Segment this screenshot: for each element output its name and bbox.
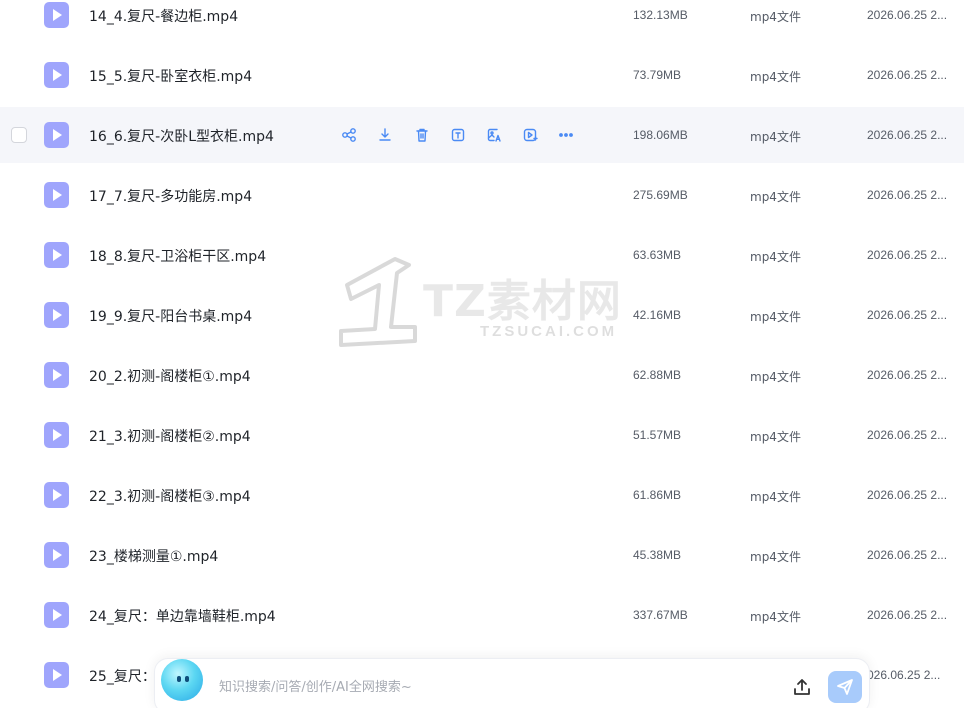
video-file-icon [44, 122, 69, 148]
delete-button[interactable] [413, 126, 431, 144]
file-row[interactable]: 20_2.初测-阁楼柜①.mp4 62.88MB mp4文件 2026.06.25 2… [0, 347, 964, 403]
file-type: mp4文件 [750, 250, 801, 264]
video-file-icon [44, 662, 69, 688]
file-list: 14_4.复尺-餐边柜.mp4 132.13MB mp4文件 2026.06.25 2… [0, 0, 964, 708]
video-export-icon [523, 128, 538, 142]
file-size: 275.69MB [633, 188, 688, 202]
file-row[interactable]: 21_3.初测-阁楼柜②.mp4 51.57MB mp4文件 2026.06.25 2… [0, 407, 964, 463]
video-file-icon [44, 482, 69, 508]
file-date: 2026.06.25 2... [867, 128, 948, 142]
assistant-mascot-icon[interactable] [161, 659, 203, 701]
file-date: 2026.06.25 2... [867, 8, 948, 22]
file-name[interactable]: 20_2.初测-阁楼柜①.mp4 [89, 366, 251, 386]
file-name[interactable]: 22_3.初测-阁楼柜③.mp4 [89, 486, 251, 506]
download-icon [379, 128, 391, 141]
file-row[interactable]: 15_5.复尺-卧室衣柜.mp4 73.79MB mp4文件 2026.06.25 2… [0, 47, 964, 103]
video-file-icon [44, 182, 69, 208]
video-file-icon [44, 302, 69, 328]
file-date: 026.06.25 2... [867, 668, 941, 682]
file-row[interactable]: 16_6.复尺-次卧L型衣柜.mp4 198.06MB mp4文件 2026.06.2… [0, 107, 964, 163]
send-button[interactable] [828, 671, 862, 703]
file-date: 2026.06.25 2... [867, 68, 948, 82]
video-export-button[interactable] [521, 126, 539, 144]
file-row[interactable]: 19_9.复尺-阳台书桌.mp4 42.16MB mp4文件 2026.06.25 2… [0, 287, 964, 343]
file-name[interactable]: 15_5.复尺-卧室衣柜.mp4 [89, 66, 252, 86]
row-checkbox[interactable] [11, 127, 27, 143]
share-button[interactable] [340, 126, 358, 144]
file-type: mp4文件 [750, 310, 801, 324]
file-size: 73.79MB [633, 68, 682, 82]
ai-search-bar [154, 658, 870, 708]
file-size: 63.63MB [633, 248, 682, 262]
file-type: mp4文件 [750, 550, 801, 564]
file-name[interactable]: 23_楼梯测量①.mp4 [89, 546, 218, 566]
file-size: 132.13MB [633, 8, 688, 22]
file-type: mp4文件 [750, 70, 801, 84]
file-size: 337.67MB [633, 608, 688, 622]
file-size: 198.06MB [633, 128, 688, 142]
video-file-icon [44, 422, 69, 448]
text-extract-icon [451, 128, 465, 142]
file-size: 45.38MB [633, 548, 682, 562]
file-size: 61.86MB [633, 488, 682, 502]
share-icon [342, 128, 356, 142]
file-name[interactable]: 24_复尺：单边靠墙鞋柜.mp4 [89, 606, 276, 626]
image-translate-icon [487, 128, 501, 142]
file-type: mp4文件 [750, 610, 801, 624]
file-date: 2026.06.25 2... [867, 608, 948, 622]
file-name[interactable]: 25_复尺： [89, 666, 156, 686]
file-date: 2026.06.25 2... [867, 368, 948, 382]
download-button[interactable] [376, 126, 394, 144]
more-button[interactable] [557, 126, 575, 144]
delete-icon [416, 128, 428, 142]
file-name[interactable]: 14_4.复尺-餐边柜.mp4 [89, 6, 238, 26]
file-size: 62.88MB [633, 368, 682, 382]
file-date: 2026.06.25 2... [867, 548, 948, 562]
file-type: mp4文件 [750, 490, 801, 504]
file-name[interactable]: 18_8.复尺-卫浴柜干区.mp4 [89, 246, 266, 266]
file-row[interactable]: 23_楼梯测量①.mp4 45.38MB mp4文件 2026.06.25 2... [0, 527, 964, 583]
file-row[interactable]: 17_7.复尺-多功能房.mp4 275.69MB mp4文件 2026.06.25 … [0, 167, 964, 223]
file-type: mp4文件 [750, 130, 801, 144]
video-file-icon [44, 362, 69, 388]
file-type: mp4文件 [750, 190, 801, 204]
search-input[interactable] [219, 677, 719, 697]
file-date: 2026.06.25 2... [867, 488, 948, 502]
file-date: 2026.06.25 2... [867, 308, 948, 322]
file-date: 2026.06.25 2... [867, 428, 948, 442]
file-row[interactable]: 22_3.初测-阁楼柜③.mp4 61.86MB mp4文件 2026.06.25 2… [0, 467, 964, 523]
file-name[interactable]: 21_3.初测-阁楼柜②.mp4 [89, 426, 251, 446]
video-file-icon [44, 242, 69, 268]
video-file-icon [44, 602, 69, 628]
video-file-icon [44, 542, 69, 568]
upload-icon [794, 679, 810, 695]
more-icon [559, 133, 573, 137]
image-translate-button[interactable] [485, 126, 503, 144]
file-row[interactable]: 14_4.复尺-餐边柜.mp4 132.13MB mp4文件 2026.06.25 2… [0, 0, 964, 43]
upload-button[interactable] [791, 676, 813, 698]
file-type: mp4文件 [750, 10, 801, 24]
file-name[interactable]: 19_9.复尺-阳台书桌.mp4 [89, 306, 252, 326]
file-name[interactable]: 17_7.复尺-多功能房.mp4 [89, 186, 252, 206]
text-extract-button[interactable] [449, 126, 467, 144]
file-date: 2026.06.25 2... [867, 188, 948, 202]
video-file-icon [44, 2, 69, 28]
send-icon [837, 679, 853, 695]
file-name[interactable]: 16_6.复尺-次卧L型衣柜.mp4 [89, 126, 274, 146]
file-size: 51.57MB [633, 428, 682, 442]
file-size: 42.16MB [633, 308, 682, 322]
file-type: mp4文件 [750, 430, 801, 444]
file-row[interactable]: 18_8.复尺-卫浴柜干区.mp4 63.63MB mp4文件 2026.06.25 … [0, 227, 964, 283]
file-date: 2026.06.25 2... [867, 248, 948, 262]
file-type: mp4文件 [750, 370, 801, 384]
file-row[interactable]: 24_复尺：单边靠墙鞋柜.mp4 337.67MB mp4文件 2026.06.25 … [0, 587, 964, 643]
video-file-icon [44, 62, 69, 88]
